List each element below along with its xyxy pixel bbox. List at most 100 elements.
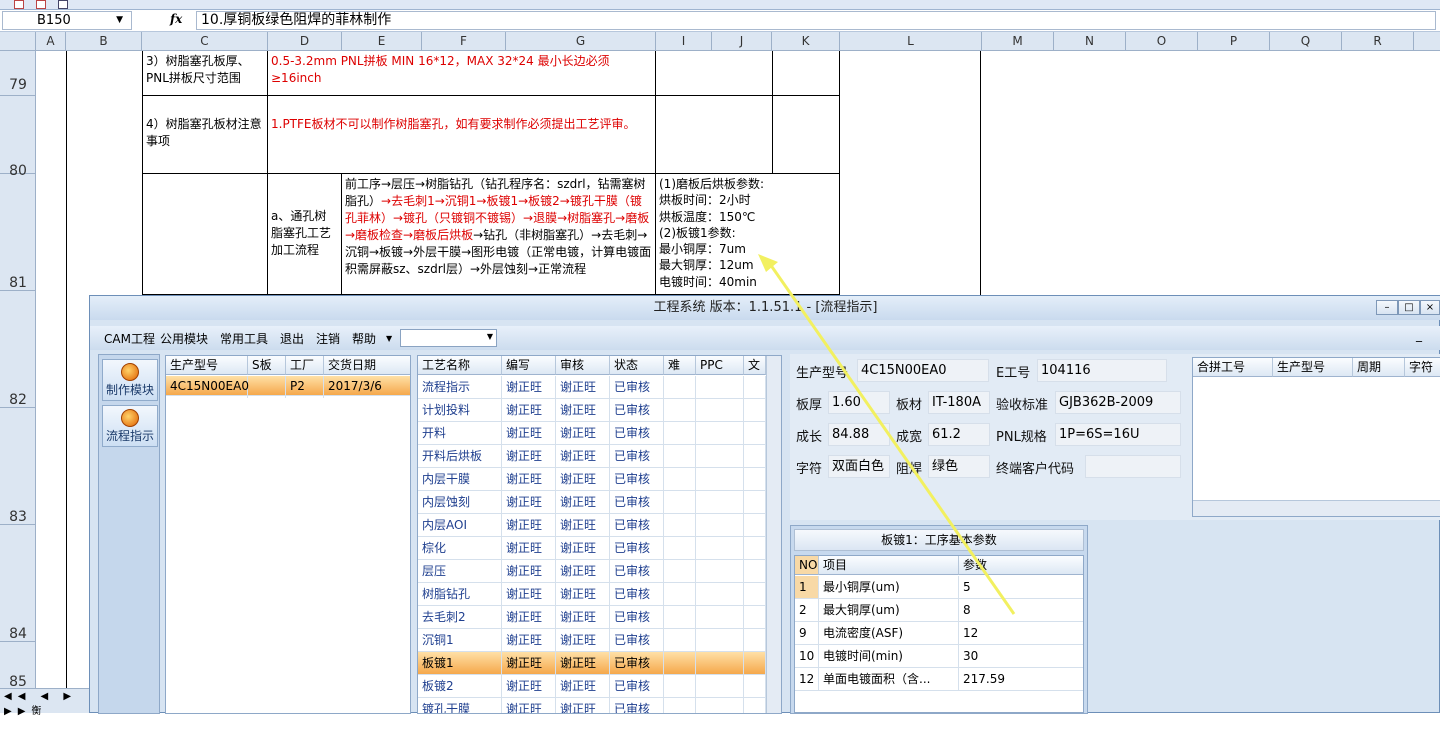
row-header[interactable]: 81 <box>0 174 36 291</box>
row-header[interactable]: 82 <box>0 291 36 408</box>
col-header[interactable]: K <box>772 32 840 51</box>
cell-i79[interactable] <box>656 51 773 96</box>
cell-d79[interactable]: 0.5-3.2mm PNL拼板 MIN 16*12，MAX 32*24 最小长边… <box>268 51 656 96</box>
vertical-scrollbar[interactable] <box>766 356 781 713</box>
grid-header[interactable]: 状态 <box>610 356 664 375</box>
name-box[interactable]: B150 ▼ <box>2 11 132 30</box>
menu-help[interactable]: 帮助 <box>352 330 376 347</box>
grid-header[interactable]: 交货日期 <box>324 356 410 375</box>
menu-cam[interactable]: CAM工程 <box>104 330 155 347</box>
cell-d81[interactable]: a、通孔树脂塞孔工艺加工流程 <box>268 174 342 295</box>
row-header[interactable]: 79 <box>0 51 36 96</box>
table-row[interactable]: 板镀1 谢正旺 谢正旺 已审核 <box>418 652 766 675</box>
grid-header[interactable]: 编写 <box>502 356 556 375</box>
col-header[interactable]: J <box>712 32 772 51</box>
col-header[interactable]: C <box>142 32 268 51</box>
menu-logout[interactable]: 注销 <box>316 330 340 347</box>
grid-header[interactable]: 审核 <box>556 356 610 375</box>
pnl-field[interactable]: 1P=6S=16U <box>1055 423 1181 446</box>
chevron-down-icon[interactable]: ▼ <box>116 12 123 29</box>
col-header[interactable]: G <box>506 32 656 51</box>
table-row[interactable]: 计划投料 谢正旺 谢正旺 已审核 <box>418 399 766 422</box>
formula-input[interactable]: 10.厚铜板绿色阻焊的菲林制作 <box>196 11 1436 30</box>
grid-header[interactable]: 合拼工号 <box>1193 358 1273 377</box>
legend-field[interactable]: 双面白色 <box>828 455 890 478</box>
pdf-icon[interactable] <box>36 0 46 9</box>
grid-header[interactable]: PPC <box>696 356 744 375</box>
cell-c80[interactable]: 4）树脂塞孔板材注意事项 <box>143 96 268 174</box>
horizontal-scrollbar[interactable] <box>1193 500 1440 516</box>
grid-header[interactable]: 项目 <box>819 556 959 575</box>
table-row[interactable]: 沉铜1 谢正旺 谢正旺 已审核 <box>418 629 766 652</box>
col-header[interactable]: O <box>1126 32 1198 51</box>
table-row[interactable]: 内层干膜 谢正旺 谢正旺 已审核 <box>418 468 766 491</box>
grid-header[interactable]: 周期 <box>1353 358 1405 377</box>
close-icon[interactable]: × <box>1420 300 1440 315</box>
cell-i80[interactable] <box>656 96 773 174</box>
cell-c81[interactable] <box>143 174 268 295</box>
mask-field[interactable]: 绿色 <box>928 455 990 478</box>
table-row[interactable]: 树脂钻孔 谢正旺 谢正旺 已审核 <box>418 583 766 606</box>
save-icon[interactable] <box>14 0 24 9</box>
col-header[interactable]: I <box>656 32 712 51</box>
minimize-icon[interactable]: – <box>1376 300 1398 315</box>
sheet-tab[interactable]: 衡 <box>31 706 47 717</box>
col-header[interactable]: P <box>1198 32 1270 51</box>
cell-c79[interactable]: 3）树脂塞孔板厚、PNL拼板尺寸范围 <box>143 51 268 96</box>
menu-combo[interactable]: ▼ <box>400 329 497 347</box>
sheet-tab-nav[interactable]: ◀◀ ◀ ▶ ▶▶衡 <box>0 688 92 717</box>
grid-header[interactable]: 工艺名称 <box>418 356 502 375</box>
thickness-field[interactable]: 1.60 <box>828 391 890 414</box>
cell-e81[interactable]: 前工序→层压→树脂钻孔（钻孔程序名：szdrl，钻需塞树脂孔）→去毛刺1→沉铜1… <box>342 174 656 295</box>
make-module-button[interactable]: 制作模块 <box>102 359 158 401</box>
grid-header[interactable]: 生产型号 <box>1273 358 1353 377</box>
grid-header[interactable]: S板 <box>248 356 286 375</box>
chevron-down-icon[interactable]: ▼ <box>487 332 493 341</box>
maximize-icon[interactable]: □ <box>1398 300 1420 315</box>
table-row[interactable]: 板镀2 谢正旺 谢正旺 已审核 <box>418 675 766 698</box>
col-header[interactable]: R <box>1342 32 1414 51</box>
table-row[interactable]: 流程指示 谢正旺 谢正旺 已审核 <box>418 376 766 399</box>
col-header[interactable]: N <box>1054 32 1126 51</box>
length-field[interactable]: 84.88 <box>828 423 890 446</box>
width-field[interactable]: 61.2 <box>928 423 990 446</box>
customize-icon[interactable] <box>58 0 68 9</box>
col-header[interactable]: E <box>342 32 422 51</box>
grid-header[interactable]: 字符 <box>1405 358 1440 377</box>
table-row[interactable]: 开料 谢正旺 谢正旺 已审核 <box>418 422 766 445</box>
cust-field[interactable] <box>1085 455 1181 478</box>
material-field[interactable]: IT-180A <box>928 391 990 414</box>
grid-header[interactable]: 生产型号 <box>166 356 248 375</box>
table-row[interactable]: 10 电镀时间(min) 30 <box>795 645 1083 668</box>
table-row[interactable]: 4C15N00EA0 P2 2017/3/6 <box>166 376 410 398</box>
menu-exit[interactable]: 退出 <box>280 330 304 347</box>
menu-tools[interactable]: 常用工具 <box>220 330 268 347</box>
col-header[interactable]: A <box>36 32 66 51</box>
col-header[interactable]: B <box>66 32 142 51</box>
col-header[interactable]: M <box>982 32 1054 51</box>
table-row[interactable]: 1 最小铜厚(um) 5 <box>795 576 1083 599</box>
flow-instruction-button[interactable]: 流程指示 <box>102 405 158 447</box>
row-header[interactable]: 83 <box>0 408 36 525</box>
prod-no-field[interactable]: 4C15N00EA0 <box>857 359 989 382</box>
table-row[interactable]: 2 最大铜厚(um) 8 <box>795 599 1083 622</box>
col-header[interactable]: Q <box>1270 32 1342 51</box>
cell-d80[interactable]: 1.PTFE板材不可以制作树脂塞孔，如有要求制作必须提出工艺评审。 <box>268 96 656 174</box>
grid-header[interactable]: 工厂 <box>286 356 324 375</box>
grid-header[interactable]: 参数 <box>959 556 1083 575</box>
table-row[interactable]: 镀孔干膜 谢正旺 谢正旺 已审核 <box>418 698 766 713</box>
chevron-down-icon[interactable]: ▼ <box>386 334 392 343</box>
fx-icon[interactable]: fx <box>170 12 190 29</box>
table-row[interactable]: 12 单面电镀面积（含... 217.59 <box>795 668 1083 691</box>
e-no-field[interactable]: 104116 <box>1037 359 1167 382</box>
grid-header[interactable]: 难 <box>664 356 696 375</box>
row-header[interactable]: 84 <box>0 525 36 642</box>
table-row[interactable]: 去毛刺2 谢正旺 谢正旺 已审核 <box>418 606 766 629</box>
cell-k80[interactable] <box>773 96 840 174</box>
table-row[interactable]: 层压 谢正旺 谢正旺 已审核 <box>418 560 766 583</box>
cell-i81[interactable]: (1)磨板后烘板参数: 烘板时间：2小时 烘板温度：150℃ (2)板镀1参数:… <box>656 174 840 295</box>
grid-header[interactable]: NO <box>795 556 819 575</box>
row-header[interactable]: 80 <box>0 96 36 179</box>
row-header[interactable]: 85 <box>0 642 36 691</box>
table-row[interactable]: 棕化 谢正旺 谢正旺 已审核 <box>418 537 766 560</box>
